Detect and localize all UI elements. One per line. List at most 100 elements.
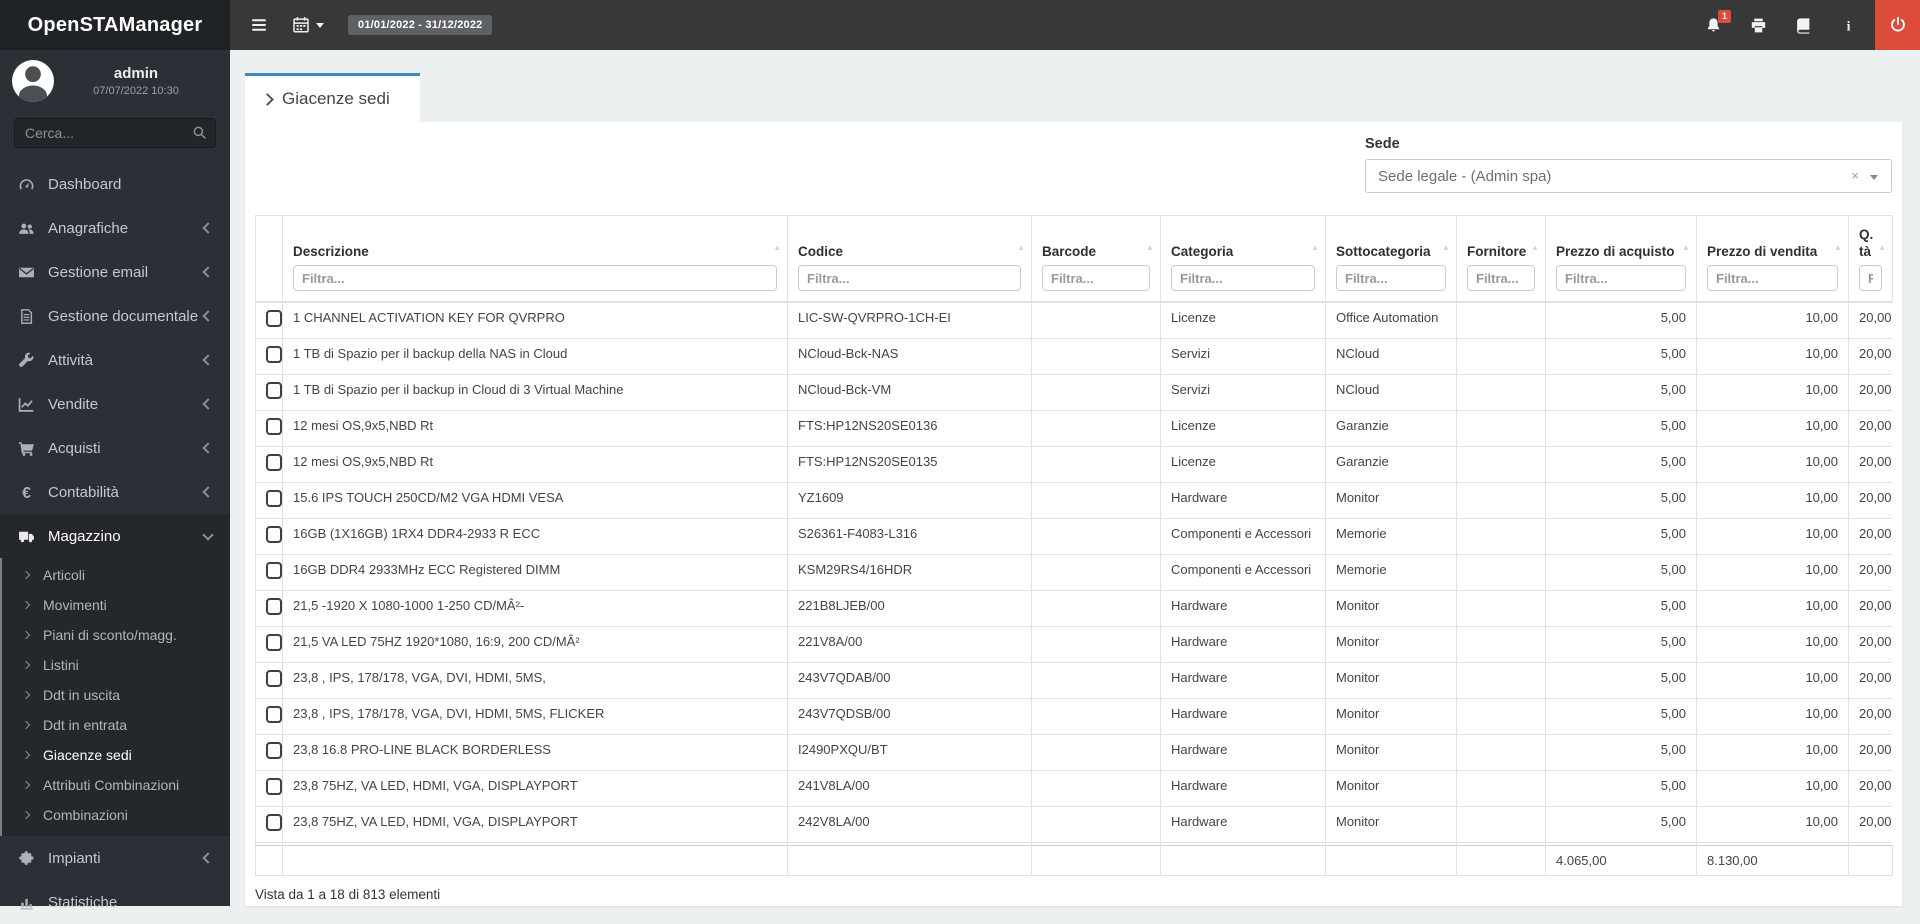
table-row[interactable]: 12 mesi OS,9x5,NBD Rt FTS:HP12NS20SE0136 L… bbox=[255, 410, 1892, 447]
table-row[interactable]: 1 TB di Spazio per il backup in Cloud di… bbox=[255, 374, 1892, 411]
column-header-sottocategoria[interactable]: Sottocategoria ▲ bbox=[1325, 215, 1457, 302]
filter-input-codice[interactable] bbox=[798, 265, 1021, 291]
table-row[interactable]: 12 mesi OS,9x5,NBD Rt FTS:HP12NS20SE0135 L… bbox=[255, 446, 1892, 483]
cell-prezzo-di-acquisto: 5,00 bbox=[1545, 518, 1697, 555]
book-button[interactable] bbox=[1795, 17, 1812, 34]
calendar-toggle[interactable] bbox=[292, 16, 324, 34]
sede-select[interactable]: Sede legale - (Admin spa) × bbox=[1365, 159, 1892, 193]
sidebar-subitem-ddt-in-uscita[interactable]: Ddt in uscita bbox=[2, 680, 230, 710]
sidebar-subitem-ddt-in-entrata[interactable]: Ddt in entrata bbox=[2, 710, 230, 740]
row-checkbox[interactable] bbox=[266, 706, 282, 723]
sede-label: Sede bbox=[1365, 136, 1400, 152]
sidebar-item-impianti[interactable]: Impianti bbox=[0, 836, 230, 880]
row-checkbox[interactable] bbox=[266, 454, 282, 471]
row-checkbox[interactable] bbox=[266, 562, 282, 579]
print-button[interactable] bbox=[1750, 17, 1767, 34]
table-row[interactable]: 23,8 75HZ, VA LED, HDMI, VGA, DISPLAYPOR… bbox=[255, 770, 1892, 807]
sidebar-subitem-combinazioni[interactable]: Combinazioni bbox=[2, 800, 230, 830]
cell-codice: 221V8A/00 bbox=[787, 626, 1032, 663]
table-row[interactable]: 21,5 -1920 X 1080-1000 1-250 CD/MÂ²- 221B… bbox=[255, 590, 1892, 627]
sidebar-item-gestione-email[interactable]: Gestione email bbox=[0, 250, 230, 294]
column-header-categoria[interactable]: Categoria ▲ bbox=[1160, 215, 1326, 302]
table-row[interactable]: 23,8 , IPS, 178/178, VGA, DVI, HDMI, 5MS… bbox=[255, 662, 1892, 699]
cell-prezzo-di-vendita: 10,00 bbox=[1696, 698, 1849, 735]
cell-sottocategoria: Monitor bbox=[1325, 590, 1457, 627]
sidebar-subitem-attributi-combinazioni[interactable]: Attributi Combinazioni bbox=[2, 770, 230, 800]
filter-input-prezzo-di-acquisto[interactable] bbox=[1556, 265, 1686, 291]
sidebar-item-acquisti[interactable]: Acquisti bbox=[0, 426, 230, 470]
table-row[interactable]: 16GB (1X16GB) 1RX4 DDR4-2933 R ECC S26361… bbox=[255, 518, 1892, 555]
hamburger-icon[interactable] bbox=[250, 16, 268, 34]
sidebar-subitem-movimenti[interactable]: Movimenti bbox=[2, 590, 230, 620]
row-checkbox[interactable] bbox=[266, 742, 282, 759]
angle-right-icon bbox=[21, 600, 31, 610]
row-checkbox[interactable] bbox=[266, 670, 282, 687]
sidebar-subitem-listini[interactable]: Listini bbox=[2, 650, 230, 680]
table-row[interactable]: 23,8 16.8 PRO-LINE BLACK BORDERLESS I2490… bbox=[255, 734, 1892, 771]
cell-sottocategoria: Garanzie bbox=[1325, 446, 1457, 483]
clear-selection-icon[interactable]: × bbox=[1851, 168, 1859, 183]
sidebar-item-attivit[interactable]: Attività bbox=[0, 338, 230, 382]
column-header-descrizione[interactable]: Descrizione ▲ bbox=[282, 215, 788, 302]
cell-prezzo-di-vendita: 10,00 bbox=[1696, 302, 1849, 339]
sidebar-item-anagrafiche[interactable]: Anagrafiche bbox=[0, 206, 230, 250]
sidebar-submenu: Articoli Movimenti Piani di sconto/magg. Li… bbox=[0, 558, 230, 836]
filter-input-sottocategoria[interactable] bbox=[1336, 265, 1446, 291]
table-scroll-region[interactable]: 1 CHANNEL ACTIVATION KEY FOR QVRPRO LIC-S… bbox=[255, 302, 1892, 845]
row-checkbox[interactable] bbox=[266, 634, 282, 651]
filter-input-q-t[interactable] bbox=[1859, 265, 1882, 291]
sidebar-item-dashboard[interactable]: Dashboard bbox=[0, 162, 230, 206]
cell-categoria: Servizi bbox=[1160, 374, 1326, 411]
cell-prezzo-di-acquisto: 5,00 bbox=[1545, 806, 1697, 843]
row-checkbox[interactable] bbox=[266, 778, 282, 795]
row-checkbox[interactable] bbox=[266, 814, 282, 831]
column-header-barcode[interactable]: Barcode ▲ bbox=[1031, 215, 1161, 302]
table-row[interactable]: 21,5 VA LED 75HZ 1920*1080, 16:9, 200 CD… bbox=[255, 626, 1892, 663]
filter-input-barcode[interactable] bbox=[1042, 265, 1150, 291]
row-checkbox[interactable] bbox=[266, 490, 282, 507]
search-icon[interactable] bbox=[192, 125, 207, 140]
angle-right-icon bbox=[21, 810, 31, 820]
sort-icon: ▲ bbox=[1146, 243, 1154, 252]
logout-button[interactable] bbox=[1875, 0, 1920, 50]
filter-input-descrizione[interactable] bbox=[293, 265, 777, 291]
sidebar-item-gestione-documentale[interactable]: Gestione documentale bbox=[0, 294, 230, 338]
sidebar-item-contabilit[interactable]: Contabilità bbox=[0, 470, 230, 514]
column-header-codice[interactable]: Codice ▲ bbox=[787, 215, 1032, 302]
row-checkbox[interactable] bbox=[266, 598, 282, 615]
column-header-prezzo-di-vendita[interactable]: Prezzo di vendita ▲ bbox=[1696, 215, 1849, 302]
totals-row: 4.065,00 8.130,00 bbox=[255, 845, 1893, 876]
sidebar-item-magazzino[interactable]: Magazzino bbox=[0, 514, 230, 558]
filter-input-categoria[interactable] bbox=[1171, 265, 1315, 291]
cell-codice: FTS:HP12NS20SE0136 bbox=[787, 410, 1032, 447]
row-checkbox[interactable] bbox=[266, 346, 282, 363]
table-row[interactable]: 23,8 75HZ, VA LED, HDMI, VGA, DISPLAYPOR… bbox=[255, 806, 1892, 843]
sidebar-item-vendite[interactable]: Vendite bbox=[0, 382, 230, 426]
sidebar-subitem-giacenze-sedi[interactable]: Giacenze sedi bbox=[2, 740, 230, 770]
row-checkbox[interactable] bbox=[266, 526, 282, 543]
table-row[interactable]: 23,8 , IPS, 178/178, VGA, DVI, HDMI, 5MS… bbox=[255, 698, 1892, 735]
filter-input-fornitore[interactable] bbox=[1467, 265, 1535, 291]
notification-badge: 1 bbox=[1717, 9, 1731, 23]
tab-giacenze-sedi[interactable]: Giacenze sedi bbox=[245, 73, 420, 122]
column-header-q-t[interactable]: Q.tà ▲ bbox=[1848, 215, 1893, 302]
table-row[interactable]: 1 CHANNEL ACTIVATION KEY FOR QVRPRO LIC-S… bbox=[255, 302, 1892, 339]
table-row[interactable]: 1 TB di Spazio per il backup della NAS i… bbox=[255, 338, 1892, 375]
table-row[interactable]: 16GB DDR4 2933MHz ECC Registered DIMM KSM… bbox=[255, 554, 1892, 591]
sidebar-item-statistiche[interactable]: Statistiche bbox=[0, 880, 230, 924]
search-input[interactable] bbox=[14, 118, 216, 148]
sidebar-subitem-piani-di-sconto-magg[interactable]: Piani di sconto/magg. bbox=[2, 620, 230, 650]
table-row[interactable]: 15.6 IPS TOUCH 250CD/M2 VGA HDMI VESA YZ1… bbox=[255, 482, 1892, 519]
column-header-prezzo-di-acquisto[interactable]: Prezzo di acquisto ▲ bbox=[1545, 215, 1697, 302]
sidebar-subitem-articoli[interactable]: Articoli bbox=[2, 560, 230, 590]
cell-descrizione: 12 mesi OS,9x5,NBD Rt bbox=[282, 446, 788, 483]
row-checkbox[interactable] bbox=[266, 382, 282, 399]
notifications-button[interactable]: 1 bbox=[1705, 9, 1731, 34]
row-checkbox[interactable] bbox=[266, 310, 282, 327]
date-range-badge[interactable]: 01/01/2022 - 31/12/2022 bbox=[348, 15, 493, 35]
column-header-fornitore[interactable]: Fornitore ▲ bbox=[1456, 215, 1546, 302]
filter-input-prezzo-di-vendita[interactable] bbox=[1707, 265, 1838, 291]
cell-fornitore bbox=[1456, 482, 1546, 519]
row-checkbox[interactable] bbox=[266, 418, 282, 435]
info-button[interactable] bbox=[1840, 17, 1857, 34]
